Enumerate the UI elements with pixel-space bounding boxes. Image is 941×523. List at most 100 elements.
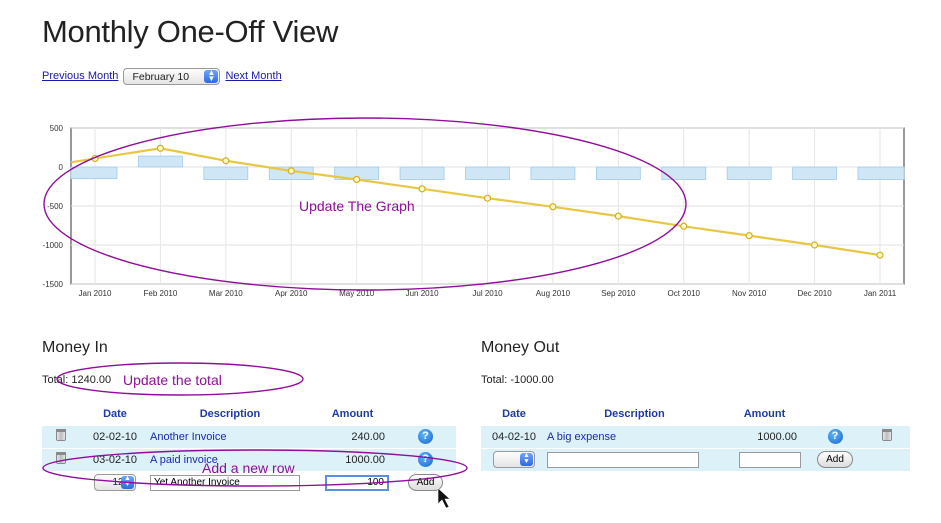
row-description: A big expense <box>547 424 722 448</box>
y-tick-label: 500 <box>50 124 64 133</box>
x-tick-label: Jun 2010 <box>406 289 439 298</box>
new-row-day-cell: 12 ▲ ▼ <box>80 470 150 494</box>
month-navigation: Previous Month February 10 ▲ ▼ Next Month <box>42 66 282 86</box>
row-description-link[interactable]: Another Invoice <box>150 431 226 443</box>
new-row-description-cell <box>547 447 722 471</box>
x-tick-label: Jul 2010 <box>472 289 503 298</box>
new-row-spacer <box>863 447 910 471</box>
chart-point <box>222 157 230 165</box>
money-out-total: Total: -1000.00 <box>481 374 554 386</box>
day-select[interactable]: 12 ▲ ▼ <box>94 474 136 492</box>
x-tick-label: Aug 2010 <box>536 289 571 298</box>
help-cell: ? <box>807 424 863 448</box>
table-row: 04-02-10 A big expense 1000.00 ? <box>481 424 910 448</box>
header-amount[interactable]: Amount <box>722 403 807 425</box>
description-input[interactable] <box>547 451 699 468</box>
x-tick-label: Feb 2010 <box>144 289 178 298</box>
day-select[interactable]: ▲ ▼ <box>493 451 535 469</box>
chart-point <box>287 167 295 175</box>
row-amount: 1000.00 <box>310 447 395 471</box>
row-date: 03-02-10 <box>80 447 150 471</box>
new-row-spacer <box>42 470 80 494</box>
total-annotation-label: Update the total <box>123 372 222 388</box>
select-arrows-icon: ▲ ▼ <box>121 475 134 490</box>
row-description-link[interactable]: A big expense <box>547 431 616 443</box>
chart-point <box>680 222 688 230</box>
chart-point <box>353 175 361 184</box>
help-icon[interactable]: ? <box>827 429 843 444</box>
header-date[interactable]: Date <box>481 403 547 425</box>
chart-point <box>91 154 99 163</box>
trash-icon[interactable] <box>881 429 892 441</box>
y-tick-label: 0 <box>59 163 64 172</box>
trash-icon[interactable] <box>56 429 66 441</box>
money-in-table: Date Description Amount 02-02-10 Another… <box>42 403 456 494</box>
amount-input[interactable] <box>325 474 389 491</box>
select-arrows-icon: ▲ ▼ <box>520 452 533 467</box>
table-row: 02-02-10 Another Invoice 240.00 ? <box>42 424 456 448</box>
page-title: Monthly One-Off View <box>42 14 339 49</box>
description-input[interactable] <box>150 474 300 491</box>
help-cell: ? <box>395 424 456 448</box>
chart-point <box>745 232 753 240</box>
y-tick-label: -1500 <box>43 280 64 289</box>
chart-bar <box>792 166 837 180</box>
chart-point <box>549 203 557 211</box>
chart-bar <box>530 166 576 180</box>
chart-bar <box>726 166 772 180</box>
header-spacer <box>395 403 456 425</box>
balance-chart: 500 0 -500 -1000 -1500 Jan 2010 Feb 2010 Mar 20… <box>43 124 905 298</box>
money-out-title: Money Out <box>481 339 560 356</box>
chart-point <box>810 241 819 249</box>
new-row-amount-cell <box>310 470 395 494</box>
trash-icon[interactable] <box>56 452 66 464</box>
header-spacer <box>807 403 863 425</box>
chart-bar <box>857 166 905 180</box>
header-spacer <box>42 403 80 425</box>
chart-bar <box>595 166 641 180</box>
header-spacer <box>863 403 910 425</box>
chart-bar <box>465 166 510 180</box>
previous-month-link[interactable]: Previous Month <box>42 70 118 82</box>
table-header-row: Date Description Amount <box>42 403 456 425</box>
help-icon[interactable]: ? <box>418 452 433 467</box>
trash-cell <box>42 424 80 448</box>
header-amount[interactable]: Amount <box>310 403 395 425</box>
trash-cell <box>863 424 910 448</box>
chart-point <box>483 194 492 202</box>
add-button[interactable]: Add <box>407 474 444 492</box>
new-row-add-cell: Add <box>395 470 456 494</box>
x-tick-label: May 2010 <box>339 289 375 298</box>
add-button[interactable]: Add <box>817 451 853 469</box>
chart-bar <box>661 166 707 180</box>
trash-cell <box>42 447 80 471</box>
x-tick-label: Oct 2010 <box>668 289 701 298</box>
money-in-title: Money In <box>42 339 108 356</box>
help-cell: ? <box>395 447 456 471</box>
money-out-table: Date Description Amount 04-02-10 A big e… <box>481 403 910 471</box>
chart-point <box>418 185 426 193</box>
money-in-total: Total: 1240.00 <box>42 374 112 386</box>
table-header-row: Date Description Amount <box>481 403 910 425</box>
chart-point <box>156 144 165 152</box>
x-tick-label: Mar 2010 <box>209 289 243 298</box>
select-arrows-icon: ▲ ▼ <box>204 68 219 83</box>
y-tick-label: -1000 <box>43 241 64 250</box>
row-date: 02-02-10 <box>80 424 150 448</box>
x-tick-label: Nov 2010 <box>732 289 767 298</box>
new-row-amount-cell <box>722 447 807 471</box>
header-description[interactable]: Description <box>547 403 722 425</box>
new-row: ▲ ▼ Add <box>481 447 910 471</box>
month-select[interactable]: February 10 ▲ ▼ <box>123 67 221 85</box>
chart-bar <box>399 166 445 180</box>
help-icon[interactable]: ? <box>418 429 433 444</box>
month-select-value: February 10 <box>132 70 190 83</box>
header-date[interactable]: Date <box>80 403 150 425</box>
x-tick-label: Apr 2010 <box>275 289 308 298</box>
header-description[interactable]: Description <box>150 403 310 425</box>
amount-input[interactable] <box>739 451 801 468</box>
x-tick-label: Dec 2010 <box>797 289 832 298</box>
chart-bar <box>70 166 118 180</box>
x-tick-label: Jan 2011 <box>864 289 897 298</box>
next-month-link[interactable]: Next Month <box>225 70 281 82</box>
